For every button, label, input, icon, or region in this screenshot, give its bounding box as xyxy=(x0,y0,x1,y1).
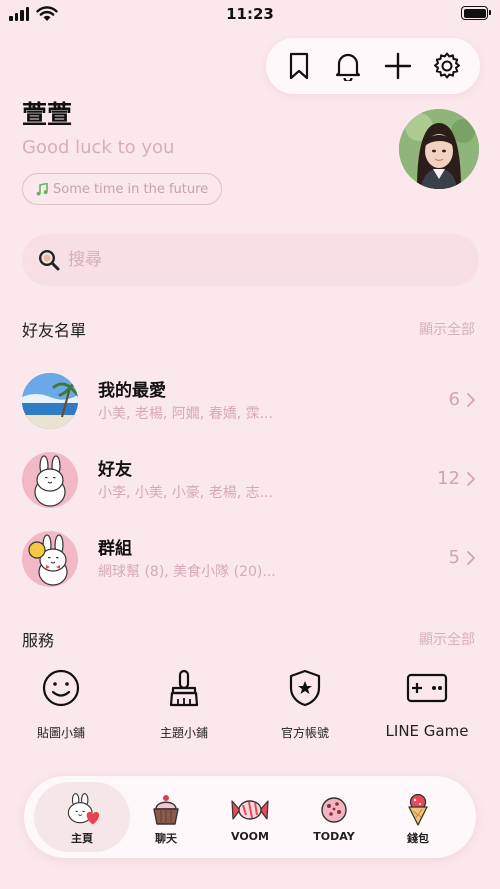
brush-icon xyxy=(162,666,206,710)
profile-name[interactable]: 萱萱 xyxy=(22,95,72,131)
cookie-icon xyxy=(314,792,354,828)
nav-today[interactable]: TODAY xyxy=(286,782,382,852)
header-actions xyxy=(266,38,480,94)
settings-icon[interactable] xyxy=(430,49,464,83)
candy-icon xyxy=(230,792,270,828)
ice-cream-icon xyxy=(398,792,438,828)
nav-label: TODAY xyxy=(313,830,355,843)
profile-avatar[interactable] xyxy=(399,109,479,189)
plus-icon[interactable] xyxy=(381,49,415,83)
chevron-right-icon xyxy=(467,551,475,565)
cupcake-icon xyxy=(146,792,186,828)
nav-chats[interactable]: 聊天 xyxy=(118,782,214,852)
service-sticker-shop[interactable]: 貼圖小鋪 xyxy=(1,666,121,741)
friend-group-row-groups[interactable]: 群組 網球幫 (8), 美食小隊 (20)... 5 xyxy=(0,526,500,594)
chevron-right-icon xyxy=(467,472,475,486)
groups-avatar xyxy=(22,531,78,587)
service-label: 官方帳號 xyxy=(280,726,329,740)
row-title: 群組 xyxy=(98,539,132,559)
service-label: 主題小鋪 xyxy=(159,726,208,740)
nav-wallet[interactable]: 錢包 xyxy=(370,782,466,852)
smiley-icon xyxy=(39,666,83,710)
services-section-title: 服務 xyxy=(22,631,55,650)
search-bar[interactable] xyxy=(22,234,479,286)
friends-see-all-link[interactable]: 顯示全部 xyxy=(419,319,475,339)
nav-voom[interactable]: VOOM xyxy=(202,782,298,852)
shield-star-icon xyxy=(283,666,327,710)
bell-icon[interactable] xyxy=(331,49,365,83)
bookmark-icon[interactable] xyxy=(282,49,316,83)
profile-music-button[interactable]: Some time in the future xyxy=(22,173,223,205)
chevron-right-icon xyxy=(467,393,475,407)
row-count: 5 xyxy=(448,547,460,568)
gamepad-icon xyxy=(405,666,449,710)
row-title: 好友 xyxy=(98,460,132,480)
nav-label: 錢包 xyxy=(407,832,429,845)
nav-label: 聊天 xyxy=(155,832,177,845)
search-input[interactable] xyxy=(68,250,448,270)
row-subtitle: 網球幫 (8), 美食小隊 (20)... xyxy=(98,564,276,580)
service-line-game[interactable]: LINE Game xyxy=(367,666,487,740)
row-count: 12 xyxy=(437,468,460,489)
favorites-avatar xyxy=(22,373,78,429)
home-bunny-icon xyxy=(62,792,102,828)
battery-icon xyxy=(461,6,491,20)
row-count: 6 xyxy=(448,389,460,410)
service-official-accounts[interactable]: 官方帳號 xyxy=(245,666,365,741)
music-note-icon xyxy=(36,182,48,195)
nav-label: VOOM xyxy=(231,830,269,843)
bottom-nav: 主頁 聊天 VOOM TODAY 錢包 xyxy=(24,776,476,858)
service-label: LINE Game xyxy=(385,722,469,740)
service-label: 貼圖小鋪 xyxy=(36,726,85,740)
row-subtitle: 小美, 老楊, 阿嫺, 春嬌, 霂... xyxy=(98,406,273,422)
search-icon xyxy=(38,249,60,271)
nav-home[interactable]: 主頁 xyxy=(34,782,130,852)
friends-section-title: 好友名單 xyxy=(22,321,87,340)
friends-avatar xyxy=(22,452,78,508)
friend-group-row-friends[interactable]: 好友 小李, 小美, 小豪, 老楊, 志... 12 xyxy=(0,447,500,515)
service-theme-shop[interactable]: 主題小鋪 xyxy=(124,666,244,741)
friend-group-row-favorites[interactable]: 我的最愛 小美, 老楊, 阿嫺, 春嬌, 霂... 6 xyxy=(0,368,500,436)
profile-music-label: Some time in the future xyxy=(53,181,209,197)
row-title: 我的最愛 xyxy=(98,381,166,401)
services-see-all-link[interactable]: 顯示全部 xyxy=(419,629,475,649)
status-bar: 11:23 xyxy=(0,0,500,30)
profile-status-message[interactable]: Good luck to you xyxy=(22,137,174,158)
nav-label: 主頁 xyxy=(71,832,93,845)
status-time: 11:23 xyxy=(226,5,274,23)
services-grid: 貼圖小鋪 主題小鋪 官方帳號 LINE Game xyxy=(0,666,500,756)
row-subtitle: 小李, 小美, 小豪, 老楊, 志... xyxy=(98,485,273,501)
